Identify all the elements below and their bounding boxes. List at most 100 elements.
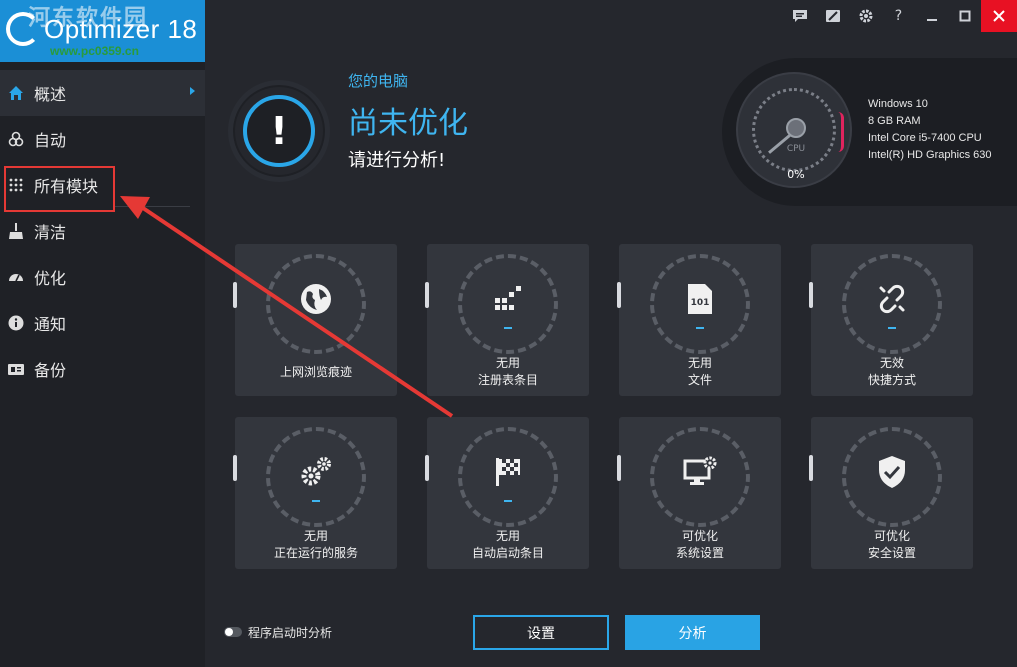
status-indicator: ! xyxy=(228,80,330,182)
module-card-shortcuts[interactable]: 无效 快捷方式 xyxy=(809,244,973,396)
module-sublabel: 系统设置 xyxy=(675,546,724,560)
sidebar-item-label: 自动 xyxy=(34,131,67,150)
broken-link-icon xyxy=(872,279,912,319)
gear-icon xyxy=(859,9,872,23)
speedometer-icon xyxy=(9,274,23,282)
sidebar-item-notify[interactable]: 通知 xyxy=(0,300,205,346)
module-sublabel: 自动启动条目 xyxy=(471,546,544,560)
card-tab xyxy=(425,455,429,481)
module-sublabel: 正在运行的服务 xyxy=(273,546,358,560)
analyze-on-start-toggle[interactable] xyxy=(224,627,242,637)
system-specs: Windows 10 8 GB RAM Intel Core i5-7400 C… xyxy=(868,96,992,164)
sidebar-item-optimize[interactable]: 优化 xyxy=(0,254,205,300)
file-icon: 101 xyxy=(680,279,720,319)
settings-button[interactable]: 设置 xyxy=(473,615,609,650)
sidebar-item-backup[interactable]: 备份 xyxy=(0,346,205,392)
skin-button[interactable] xyxy=(816,0,849,32)
watermark-text: 河东软件园 xyxy=(28,6,149,31)
chevron-right-icon xyxy=(190,87,195,95)
module-card-browsing-traces[interactable]: 上网浏览痕迹 xyxy=(233,244,397,396)
info-icon xyxy=(8,315,24,331)
cpu-info: Intel Core i5-7400 CPU xyxy=(868,132,982,144)
feedback-button[interactable] xyxy=(783,0,816,32)
status-subtitle: 您的电脑 xyxy=(348,72,409,90)
close-button[interactable] xyxy=(981,0,1017,32)
card-status-dash xyxy=(696,327,704,329)
backup-icon xyxy=(8,364,24,375)
card-status-dash xyxy=(888,327,896,329)
warning-icon: ! xyxy=(243,95,315,167)
module-sublabel: 快捷方式 xyxy=(867,373,916,387)
home-icon xyxy=(9,86,23,100)
nav-divider xyxy=(115,206,190,207)
globe-icon xyxy=(296,279,336,319)
settings-gear-button[interactable] xyxy=(849,0,882,32)
app-logo: Optimizer 18 河东软件园 www.pc0359.cn xyxy=(0,0,205,62)
card-tab xyxy=(425,282,429,308)
broom-icon xyxy=(9,223,23,239)
module-card-autostart[interactable]: 无用 自动启动条目 xyxy=(425,417,589,569)
module-card-security-settings[interactable]: 可优化 安全设置 xyxy=(809,417,973,569)
card-tab xyxy=(617,282,621,308)
card-tab xyxy=(233,455,237,481)
auto-icon xyxy=(8,131,24,147)
card-tab xyxy=(809,282,813,308)
os-info: Windows 10 xyxy=(868,98,928,110)
sidebar-nav: 概述 自动 所有模块 清洁 优化 通知 备份 xyxy=(0,70,205,392)
minimize-button[interactable] xyxy=(915,0,948,32)
module-sublabel: 注册表条目 xyxy=(477,373,538,387)
gears-icon xyxy=(296,452,336,492)
sidebar-item-clean[interactable]: 清洁 xyxy=(0,208,205,254)
card-status-dash xyxy=(504,500,512,502)
status-title: 尚未优化 xyxy=(348,106,468,141)
maximize-button[interactable] xyxy=(948,0,981,32)
module-label: 无用 xyxy=(495,529,520,543)
gauge-knob xyxy=(786,118,806,138)
module-card-services[interactable]: 无用 正在运行的服务 xyxy=(233,417,397,569)
analyze-on-start-label: 程序启动时分析 xyxy=(248,626,333,640)
sidebar: Optimizer 18 河东软件园 www.pc0359.cn 概述 自动 所… xyxy=(0,0,205,667)
sidebar-item-label: 备份 xyxy=(34,361,67,380)
card-tab xyxy=(617,455,621,481)
module-card-registry[interactable]: 无用 注册表条目 xyxy=(425,244,589,396)
card-tab xyxy=(233,282,237,308)
minimize-icon xyxy=(926,19,937,21)
analyze-button[interactable]: 分析 xyxy=(625,615,760,650)
module-label: 无用 xyxy=(495,356,520,370)
sidebar-item-label: 通知 xyxy=(34,315,67,334)
watermark-url: www.pc0359.cn xyxy=(50,44,139,58)
svg-text:101: 101 xyxy=(691,298,710,308)
feedback-icon xyxy=(792,10,807,22)
gauge-label: CPU xyxy=(786,144,806,154)
titlebar: ? xyxy=(783,0,1017,32)
shield-icon xyxy=(872,452,912,492)
registry-icon xyxy=(488,279,528,319)
module-card-system-settings[interactable]: 可优化 系统设置 xyxy=(617,417,781,569)
sidebar-item-label: 优化 xyxy=(34,269,67,288)
module-label: 无用 xyxy=(303,529,328,543)
maximize-icon xyxy=(959,10,970,22)
sidebar-item-overview[interactable]: 概述 xyxy=(0,70,205,116)
sidebar-item-label: 清洁 xyxy=(34,223,67,242)
skin-icon xyxy=(825,10,840,22)
status-hint: 请进行分析! xyxy=(348,150,446,171)
annotation-highlight-box xyxy=(4,166,115,212)
card-tab xyxy=(809,455,813,481)
ram-info: 8 GB RAM xyxy=(868,115,921,127)
module-label: 可优化 xyxy=(873,529,910,543)
card-status-dash xyxy=(312,500,320,502)
gpu-info: Intel(R) HD Graphics 630 xyxy=(868,149,992,161)
close-icon xyxy=(993,10,1005,22)
help-icon: ? xyxy=(894,8,903,24)
sidebar-item-auto[interactable]: 自动 xyxy=(0,116,205,162)
module-label: 无用 xyxy=(687,356,712,370)
flag-icon xyxy=(488,452,528,492)
module-label: 无效 xyxy=(879,356,904,370)
help-button[interactable]: ? xyxy=(882,0,915,32)
module-label: 可优化 xyxy=(681,529,718,543)
sidebar-item-label: 概述 xyxy=(34,85,67,104)
module-card-files[interactable]: 101 无用 文件 xyxy=(617,244,781,396)
gauge-value: 0% xyxy=(787,168,805,181)
module-label: 上网浏览痕迹 xyxy=(279,365,352,379)
module-sublabel: 文件 xyxy=(687,373,712,387)
